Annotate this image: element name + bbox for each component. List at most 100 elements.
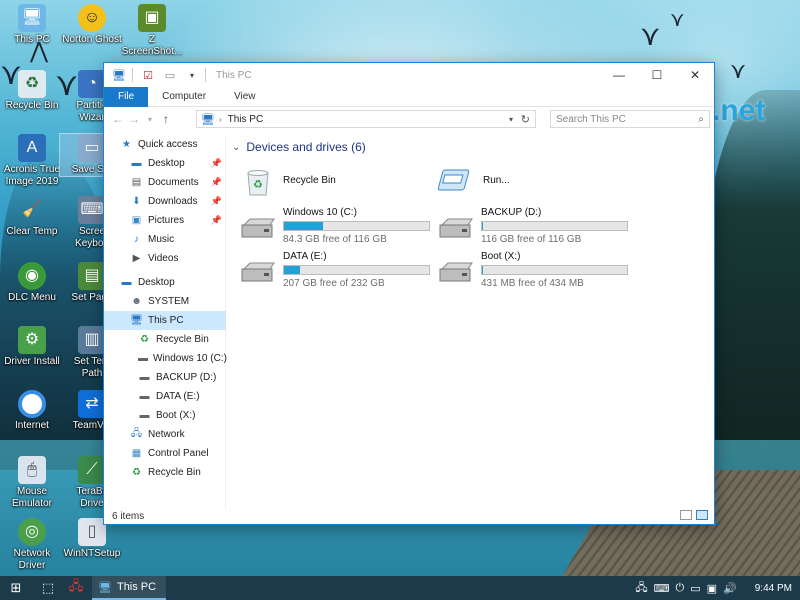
nav-item[interactable]: ▦ Control Panel xyxy=(104,444,226,463)
nav-item[interactable]: ▬ BACKUP (D:) xyxy=(104,368,226,387)
recent-locations-chevron-icon[interactable]: ▾ xyxy=(142,115,158,124)
large-icons-view-button[interactable] xyxy=(696,510,708,520)
task-view-icon[interactable]: ⬚ xyxy=(36,576,60,600)
desktop-icon-this-pc[interactable]: 🖥 This PC xyxy=(0,4,64,46)
partition-icon: ◔ xyxy=(78,70,106,98)
start-button[interactable]: ⊞ xyxy=(4,576,28,600)
nav-item[interactable]: ▬ Windows 10 (C:) xyxy=(104,349,227,368)
group-header[interactable]: ⌄ Devices and drives (6) xyxy=(232,137,712,157)
nav-item[interactable]: ▬ DATA (E:) xyxy=(104,387,226,406)
title-bar[interactable]: 🖥 ☑ ▭ ▾ This PC — ☐ ✕ xyxy=(104,63,714,87)
collapse-chevron-icon[interactable]: ⌄ xyxy=(232,142,240,153)
desktop-icon-mouse-emulator[interactable]: 🖱 Mouse Emulator xyxy=(0,456,64,510)
drive-usage-bar xyxy=(283,265,430,275)
desktop-icon-label: Recycle Bin xyxy=(5,100,59,111)
search-input[interactable]: Search This PC ⌕ xyxy=(550,110,710,128)
tab-file[interactable]: File xyxy=(104,87,149,107)
desktop-icon-driver-install[interactable]: ⚙ Driver Install xyxy=(0,326,64,368)
screen-icon[interactable]: ▭ xyxy=(690,582,700,595)
nav-item[interactable]: 🖧 Network xyxy=(104,425,226,444)
pinned-app-icon[interactable]: 🖧 xyxy=(64,576,88,600)
tab-view[interactable]: View xyxy=(220,87,270,107)
nav-item[interactable]: ☻ SYSTEM xyxy=(104,292,226,311)
wallpaper-tree-right xyxy=(700,90,800,490)
drive-tile-e[interactable]: DATA (E:) 207 GB free of 232 GB xyxy=(232,251,432,291)
pin-icon[interactable]: 📌 xyxy=(211,196,222,207)
properties-icon[interactable]: ☑ xyxy=(141,68,155,82)
drive-tile-d[interactable]: BACKUP (D:) 116 GB free of 116 GB xyxy=(430,207,630,247)
pictures-icon: ▣ xyxy=(131,215,142,226)
maximize-button[interactable]: ☐ xyxy=(638,63,676,87)
drive-icon: ▬ xyxy=(138,353,148,364)
desktop-icon-recycle-bin[interactable]: ♻ Recycle Bin xyxy=(0,70,64,112)
desktop[interactable]: ⋀ ⋎ ⋎ ⋎ ⋎ ⋎ 🖥 This PC ☺ Norton Ghost ▣ Z… xyxy=(0,0,800,576)
nav-item[interactable]: ★ Quick access xyxy=(104,135,226,154)
nav-item[interactable]: ▶ Videos xyxy=(104,249,226,268)
desktop-icon-dlc-menu[interactable]: ◉ DLC Menu xyxy=(0,262,64,304)
music-icon: ♪ xyxy=(134,234,139,245)
desktop-icon-internet[interactable]: Internet xyxy=(0,390,64,432)
desktop-icon-norton-ghost[interactable]: ☺ Norton Ghost xyxy=(60,4,124,46)
desktop-icon-network-driver[interactable]: ◎ Network Driver xyxy=(0,518,64,572)
keyboard-icon[interactable]: ▣ xyxy=(707,582,717,595)
drive-name: DATA (E:) xyxy=(283,251,327,262)
star-icon: ★ xyxy=(122,139,131,150)
breadcrumb-chevron-icon[interactable]: › xyxy=(219,115,222,124)
taskbar-app-this-pc[interactable]: 🖥 This PC xyxy=(92,576,167,600)
close-button[interactable]: ✕ xyxy=(676,63,714,87)
recycle-bin-icon: ♻ xyxy=(132,467,141,478)
forward-arrow-icon[interactable]: → xyxy=(126,112,142,126)
computer-icon: 🖥 xyxy=(18,4,46,32)
clock[interactable]: 9:44 PM xyxy=(755,583,792,594)
customize-toolbar-icon[interactable]: ▾ xyxy=(185,68,199,82)
new-folder-icon[interactable]: ▭ xyxy=(163,68,177,82)
tab-computer[interactable]: Computer xyxy=(148,87,220,107)
nav-item[interactable]: ▬ Desktop 📌 xyxy=(104,154,226,173)
desktop-icon-clear-temp[interactable]: 🧹 Clear Temp xyxy=(0,196,64,238)
address-box[interactable]: 🖥 › This PC ▾ ↻ xyxy=(196,110,536,128)
nav-item[interactable]: 🖥 This PC xyxy=(104,311,226,330)
navigation-pane[interactable]: ★ Quick access ▬ Desktop 📌 ▤ Documents 📌 ⬇ Downlo… xyxy=(104,135,227,510)
computer-icon: 🖥 xyxy=(98,581,112,594)
up-arrow-icon[interactable]: ↑ xyxy=(158,112,174,126)
desktop-icon-screenshot[interactable]: ▣ Z ScreenShot... xyxy=(120,4,184,58)
drive-tile-c[interactable]: Windows 10 (C:) 84.3 GB free of 116 GB xyxy=(232,207,432,247)
nav-item[interactable]: ▣ Pictures 📌 xyxy=(104,211,226,230)
shortcut-tile-recycle-bin[interactable]: ♻ Recycle Bin xyxy=(232,163,432,203)
file-explorer-window[interactable]: 🖥 ☑ ▭ ▾ This PC — ☐ ✕ File Computer View… xyxy=(103,62,715,525)
pin-icon[interactable]: 📌 xyxy=(211,215,222,226)
refresh-icon[interactable]: ↻ xyxy=(521,113,530,126)
search-icon: ⌕ xyxy=(698,113,704,125)
drive-icon xyxy=(240,215,276,241)
desktop-icon-acronis[interactable]: A Acronis True Image 2019 xyxy=(0,134,64,188)
nav-item[interactable]: ▬ Boot (X:) xyxy=(104,406,226,425)
pin-icon[interactable]: 📌 xyxy=(211,177,222,188)
drive-tile-x[interactable]: Boot (X:) 431 MB free of 434 MB xyxy=(430,251,630,291)
nav-item-label: Pictures xyxy=(148,215,185,226)
drive-usage-fill xyxy=(284,222,324,230)
nav-item[interactable]: ♻ Recycle Bin xyxy=(104,330,226,349)
minimize-button[interactable]: — xyxy=(600,63,638,87)
content-pane[interactable]: ⌄ Devices and drives (6) ♻ Recycle Bin R… xyxy=(232,137,712,507)
nav-item-label: Quick access xyxy=(138,139,198,150)
nav-item[interactable]: ▤ Documents 📌 xyxy=(104,173,226,192)
shortcut-tile-run[interactable]: Run... xyxy=(432,163,632,203)
nav-item[interactable]: ♪ Music xyxy=(104,230,226,249)
back-arrow-icon[interactable]: ← xyxy=(110,112,126,126)
address-dropdown-icon[interactable]: ▾ xyxy=(509,115,513,124)
power-icon[interactable]: ⏻ xyxy=(676,582,685,595)
pin-icon[interactable]: 📌 xyxy=(211,158,222,169)
nav-item[interactable]: ▬ Desktop xyxy=(104,273,226,292)
acronis-icon: A xyxy=(18,134,46,162)
language-icon[interactable]: ⌨ xyxy=(654,582,670,595)
volume-icon[interactable]: 🔊 xyxy=(723,582,737,595)
network-icon[interactable]: 🖧 xyxy=(635,579,647,598)
nav-item[interactable]: ⬇ Downloads 📌 xyxy=(104,192,226,211)
nav-item[interactable]: ♻ Recycle Bin xyxy=(104,463,226,482)
breadcrumb-this-pc[interactable]: This PC xyxy=(228,114,264,125)
details-view-button[interactable] xyxy=(680,510,692,520)
desktop-icon-label: Acronis True xyxy=(3,164,61,175)
desktop-icon-label: Internet xyxy=(15,420,49,431)
drive-usage-bar xyxy=(481,221,628,231)
recycle-bin-icon: ♻ xyxy=(140,334,149,345)
